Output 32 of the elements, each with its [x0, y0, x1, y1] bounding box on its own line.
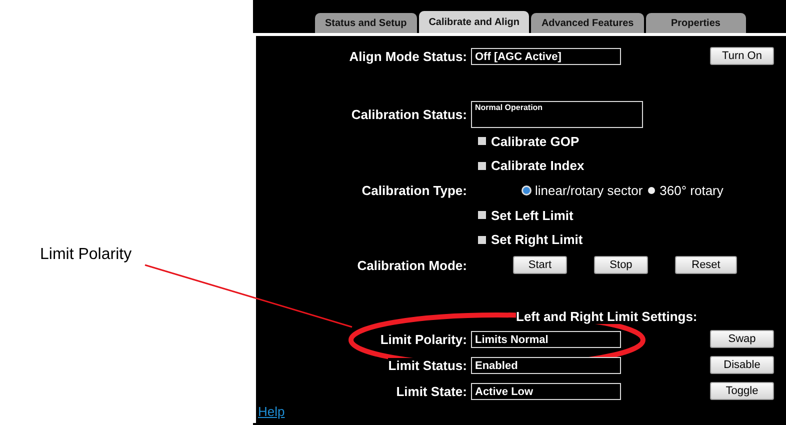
section-heading: Left and Right Limit Settings:	[516, 308, 698, 324]
value-field: Enabled	[471, 356, 621, 374]
checkbox[interactable]	[478, 211, 486, 220]
action-button[interactable]: Swap	[710, 330, 774, 348]
tab[interactable]: Status and Setup	[315, 13, 417, 33]
value-field: Limits Normal	[471, 330, 621, 348]
status-field: Normal Operation	[471, 101, 643, 128]
action-button[interactable]: Stop	[594, 256, 648, 274]
tab[interactable]: Calibrate and Align	[418, 11, 530, 33]
radio-button[interactable]	[523, 187, 530, 194]
radio-label: linear/rotary sector	[535, 183, 643, 198]
radio-label: 360° rotary	[660, 183, 724, 198]
action-button[interactable]: Turn On	[710, 47, 774, 65]
value-field: Off [AGC Active]	[471, 48, 621, 64]
action-button[interactable]: Start	[513, 256, 567, 274]
callout-label: Limit Polarity	[40, 246, 132, 264]
radio-button[interactable]	[648, 187, 655, 194]
checkbox[interactable]	[478, 236, 486, 244]
tab[interactable]: Advanced Features	[531, 13, 644, 33]
field-label: Limit Status:	[388, 358, 471, 372]
checkbox[interactable]	[478, 162, 486, 170]
checkbox-label: Set Left Limit	[491, 208, 574, 223]
checkbox-label: Calibrate GOP	[491, 134, 580, 149]
help-link[interactable]: Help	[258, 404, 285, 419]
value-field: Active Low	[471, 382, 621, 400]
checkbox-label: Calibrate Index	[491, 158, 584, 174]
tab[interactable]: Properties	[646, 13, 746, 33]
action-button[interactable]: Toggle	[710, 382, 774, 400]
action-button[interactable]: Reset	[675, 256, 737, 274]
checkbox[interactable]	[478, 137, 486, 146]
action-button[interactable]: Disable	[710, 356, 774, 374]
checkbox-label: Set Right Limit	[491, 232, 583, 248]
